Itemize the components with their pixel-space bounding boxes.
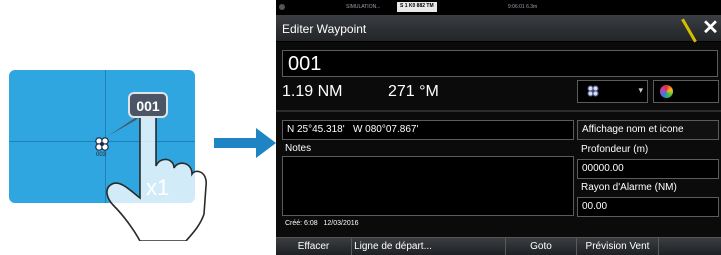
wind-forecast-button[interactable]: Prévision Vent — [577, 238, 659, 255]
notes-label: Notes — [285, 143, 312, 154]
simulation-status: SIMULATION... — [346, 4, 381, 10]
goto-button[interactable]: Goto — [505, 238, 577, 255]
depth-label: Profondeur (m) — [581, 144, 649, 155]
dialog-title: Editer Waypoint — [282, 22, 367, 36]
depth-field[interactable]: 00000.00 — [577, 159, 719, 179]
color-select[interactable] — [653, 80, 719, 103]
status-indicator-icon — [279, 4, 285, 10]
waypoint-symbol-icon — [587, 85, 599, 97]
tap-illustration: 003 001 x1 — [0, 0, 250, 255]
close-icon[interactable]: ✕ — [700, 15, 721, 42]
title-accent-decoration — [681, 18, 697, 43]
waypoint-popup-bubble[interactable]: 001 — [128, 92, 168, 118]
alarm-radius-field[interactable]: 00.00 — [577, 197, 719, 217]
distance-readout: 1.19 NM — [282, 83, 343, 100]
bearing-readout: 271 °M — [388, 83, 439, 100]
section-divider — [276, 110, 721, 112]
display-option-select[interactable]: Affichage nom et icone — [577, 120, 719, 140]
edit-waypoint-screen: SIMULATION... S 1 K0 882 TM 9:06:01 6.3m… — [276, 0, 721, 255]
dialog-title-bar: Editer Waypoint ✕ — [276, 15, 721, 43]
chevron-down-icon: ▾ — [638, 85, 643, 95]
time-readout: 9:06:01 6.3m — [508, 4, 538, 10]
waypoint-name-field[interactable]: 001 — [282, 50, 718, 77]
symbol-select[interactable]: ▾ — [577, 80, 648, 103]
delete-button[interactable]: Effacer — [276, 238, 352, 255]
color-wheel-icon — [660, 85, 673, 98]
notes-field[interactable] — [282, 156, 574, 216]
start-line-button[interactable]: Ligne de départ... — [352, 238, 434, 255]
position-field[interactable]: N 25°45.318' W 080°07.867' — [282, 120, 574, 140]
tap-count-label: x1 — [146, 175, 170, 200]
status-bar: SIMULATION... S 1 K0 882 TM 9:06:01 6.3m — [276, 0, 721, 15]
created-timestamp: Créé: 6:08 12/03/2016 — [285, 220, 359, 227]
alarm-radius-label: Rayon d'Alarme (NM) — [581, 182, 677, 193]
action-button-bar: Effacer Ligne de départ... Goto Prévisio… — [276, 237, 721, 255]
speed-readout: S 1 K0 882 TM — [397, 2, 437, 12]
arrow-right-icon — [214, 128, 276, 158]
waypoint-popup-label: 001 — [136, 98, 160, 114]
